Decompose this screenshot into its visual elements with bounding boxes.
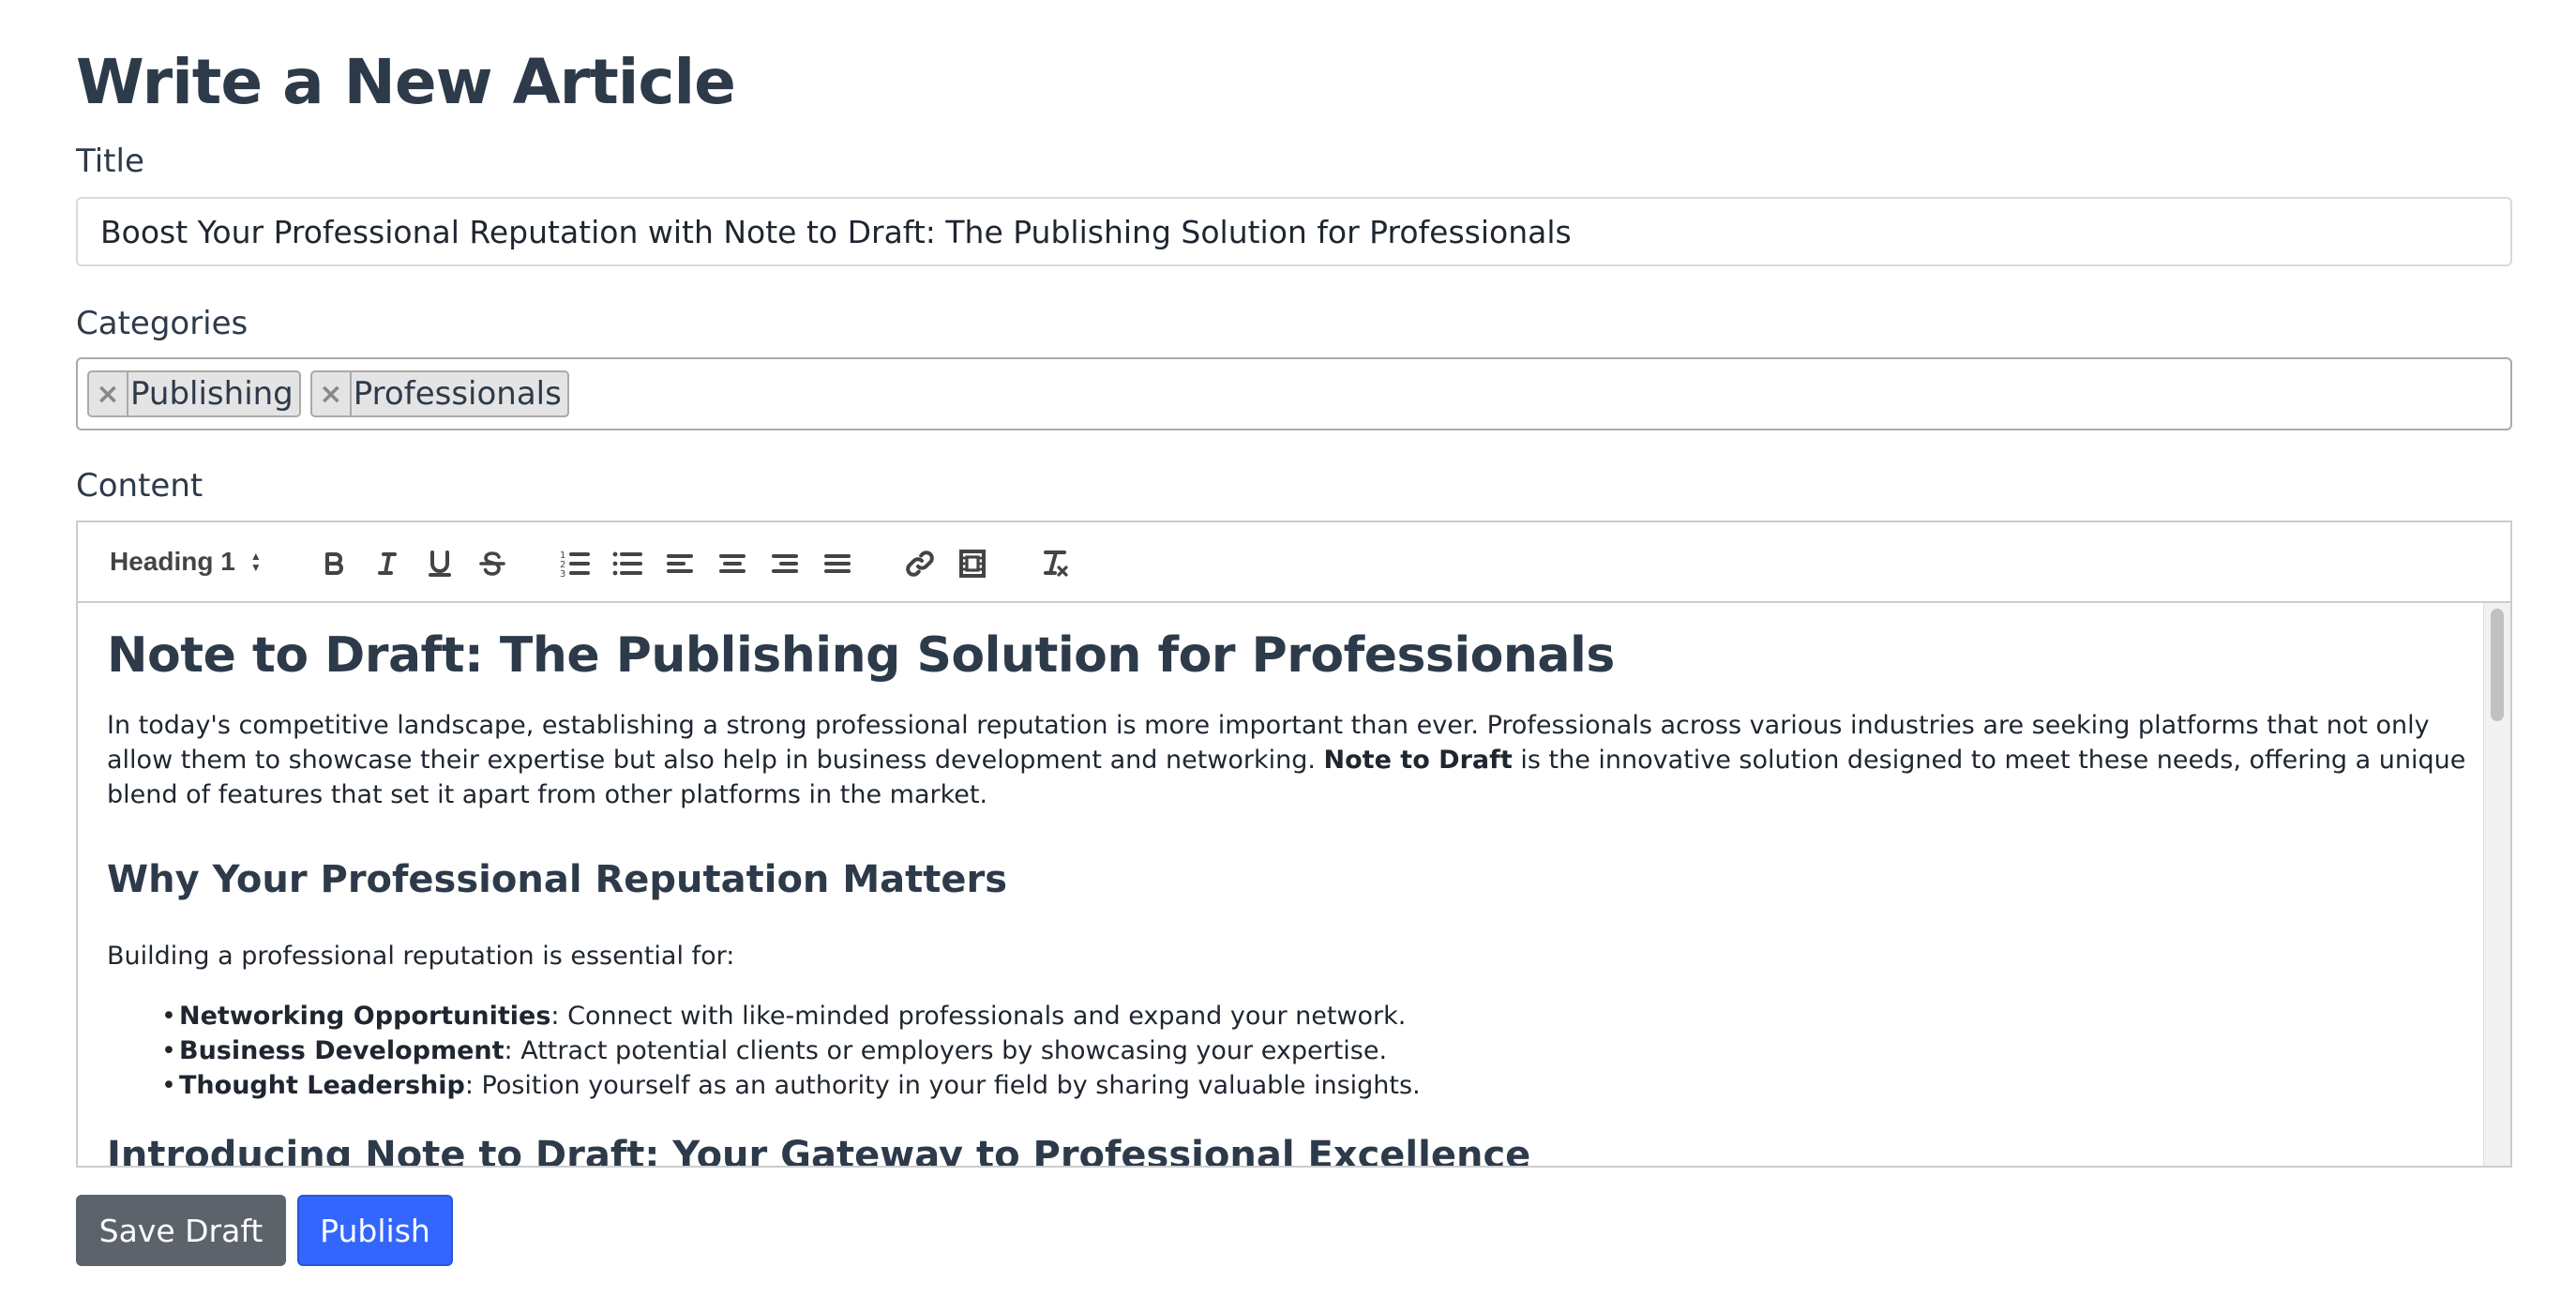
save-draft-button[interactable]: Save Draft [76,1195,286,1266]
rich-text-editor: Heading 1 ▲ ▼ 123 Note to Draft: The Pub… [76,520,2512,1168]
list-item: • Networking Opportunities: Connect with … [161,1002,1407,1031]
content-intro-paragraph: In today's competitive landscape, establ… [107,708,2470,812]
list-item-text: : Position yourself as an authority in y… [464,1071,1421,1100]
editor-toolbar: Heading 1 ▲ ▼ 123 [78,522,2510,603]
align-justify-button[interactable] [817,543,858,584]
select-arrows-icon: ▲ ▼ [249,550,262,574]
page-title: Write a New Article [76,46,736,118]
content-building-paragraph: Building a professional reputation is es… [107,942,735,971]
video-button[interactable] [952,543,993,584]
ordered-list-icon: 123 [560,550,590,580]
intro-bold-text: Note to Draft [1323,746,1513,775]
content-label: Content [76,467,203,505]
video-icon [959,550,986,578]
svg-text:3: 3 [560,569,565,580]
remove-tag-icon[interactable]: × [312,372,352,415]
align-left-icon [667,554,693,573]
align-left-button[interactable] [659,543,700,584]
clear-format-icon [1044,550,1068,577]
editor-content[interactable]: Note to Draft: The Publishing Solution f… [78,603,2510,1166]
align-right-icon [772,554,798,573]
bullet-list-button[interactable] [607,543,648,584]
clear-format-button[interactable] [1034,543,1076,584]
category-tag-label: Professionals [353,375,562,413]
align-center-button[interactable] [712,543,753,584]
category-tag-professionals: × Professionals [309,370,569,417]
list-item-bold: Thought Leadership [179,1071,465,1100]
strikethrough-icon [479,551,505,576]
heading-select[interactable]: Heading 1 ▲ ▼ [110,543,262,581]
content-heading-1: Note to Draft: The Publishing Solution f… [107,627,1615,684]
category-tag-label: Publishing [130,375,294,413]
ordered-list-button[interactable]: 123 [554,543,595,584]
heading-select-value: Heading 1 [110,547,235,576]
remove-tag-icon[interactable]: × [89,372,128,415]
list-item-text: : Connect with like-minded professionals… [550,1002,1407,1031]
list-item-bold: Networking Opportunities [179,1002,551,1031]
content-heading-intro: Introducing Note to Draft: Your Gateway … [107,1134,1531,1166]
align-justify-icon [824,554,851,573]
italic-icon [378,552,397,575]
list-item: • Thought Leadership: Position yourself a… [161,1071,1421,1100]
title-label: Title [76,143,144,180]
categories-select[interactable]: × Publishing × Professionals [76,357,2512,430]
content-heading-reputation: Why Your Professional Reputation Matters [107,858,1008,901]
list-item: • Business Development: Attract potential… [161,1036,1388,1065]
title-input[interactable] [76,197,2512,266]
editor-scrollbar[interactable] [2483,603,2510,1166]
category-tag-publishing: × Publishing [87,370,301,417]
bullet-list-icon [612,551,642,576]
strike-button[interactable] [472,543,513,584]
bold-icon [325,552,343,575]
bold-button[interactable] [314,543,355,584]
list-item-text: : Attract potential clients or employers… [504,1036,1388,1065]
link-icon [906,550,934,577]
align-center-icon [719,554,746,573]
list-item-bold: Business Development [179,1036,505,1065]
publish-button[interactable]: Publish [297,1195,453,1266]
content-bullet-list: • Networking Opportunities: Connect with … [107,999,1421,1103]
underline-icon [429,550,451,577]
underline-button[interactable] [419,543,460,584]
categories-label: Categories [76,305,249,342]
link-button[interactable] [899,543,941,584]
scrollbar-thumb[interactable] [2491,609,2504,721]
italic-button[interactable] [367,543,408,584]
align-right-button[interactable] [764,543,806,584]
